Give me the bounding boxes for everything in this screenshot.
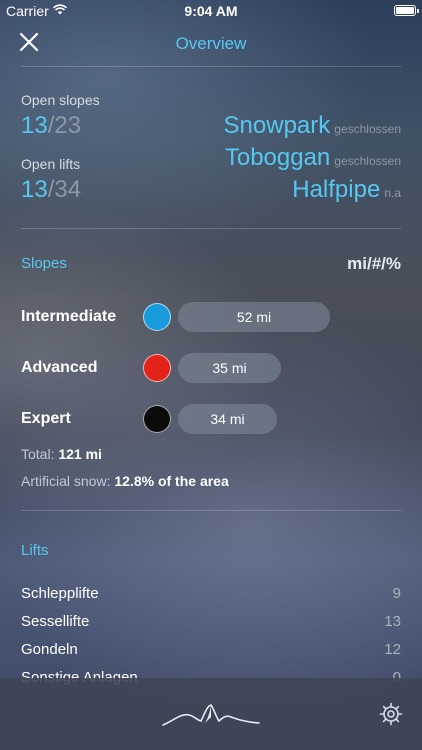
open-lifts-value: 13/34 [21,176,81,204]
open-slopes-count: 13 [21,112,48,139]
divider [21,510,401,511]
gear-icon[interactable] [379,702,403,726]
total-value: 121 mi [58,446,102,462]
artificial-snow-value: 12.8% of the area [114,473,229,489]
slope-color-dot [143,405,171,433]
open-slopes-total: /23 [47,112,82,139]
total-label: Total: [21,446,55,462]
slope-length-bar: 52 mi [178,302,330,332]
lift-row: Gondeln 12 [21,641,401,661]
slopes-total: Total: 121 mi [21,446,102,462]
lift-row: Schlepplifte 9 [21,585,401,605]
slope-color-dot [143,303,171,331]
unit-toggle[interactable]: mi/#/% [347,254,401,274]
park-name: Toboggan [224,144,331,171]
park-row-toboggan: Toboggan geschlossen [225,144,401,172]
slope-color-dot [143,354,171,382]
park-name: Halfpipe [292,176,381,203]
open-lifts-total: /34 [47,176,82,203]
park-row-snowpark: Snowpark geschlossen [224,112,401,140]
lift-name: Sessellifte [21,613,90,630]
open-lifts-count: 13 [21,176,48,203]
slope-row-expert: Expert 34 mi [0,404,422,436]
slopes-section-title: Slopes [21,255,67,272]
lift-name: Schlepplifte [21,585,99,602]
park-row-halfpipe: Halfpipe n.a [292,176,401,204]
slope-length-bar: 34 mi [178,404,277,434]
park-name: Snowpark [223,112,331,139]
park-status: geschlossen [334,154,401,168]
slope-row-advanced: Advanced 35 mi [0,353,422,385]
mountain-icon[interactable] [161,701,261,727]
slope-length-bar: 35 mi [178,353,281,383]
park-status: n.a [384,186,401,200]
divider [21,228,401,229]
park-status: geschlossen [334,122,401,136]
slope-name: Intermediate [21,308,117,325]
nav-bar: Overview [0,22,422,66]
artificial-snow-label: Artificial snow: [21,473,111,489]
lift-count: 13 [384,613,401,630]
open-slopes-value: 13/23 [21,112,81,140]
slope-name: Expert [21,410,71,427]
lift-row: Sessellifte 13 [21,613,401,633]
status-bar: Carrier 9:04 AM [0,0,422,22]
open-lifts-label: Open lifts [21,156,81,172]
divider [21,66,401,67]
bottom-bar [0,678,422,750]
lift-count: 12 [384,641,401,658]
lift-count: 9 [392,585,401,602]
artificial-snow: Artificial snow: 12.8% of the area [21,473,229,489]
open-slopes-label: Open slopes [21,92,100,108]
slope-name: Advanced [21,359,98,376]
lifts-section-title: Lifts [21,542,49,559]
battery-icon [394,5,419,16]
lift-name: Gondeln [21,641,78,658]
clock: 9:04 AM [184,3,238,19]
page-title: Overview [175,34,247,53]
slope-row-intermediate: Intermediate 52 mi [0,302,422,334]
